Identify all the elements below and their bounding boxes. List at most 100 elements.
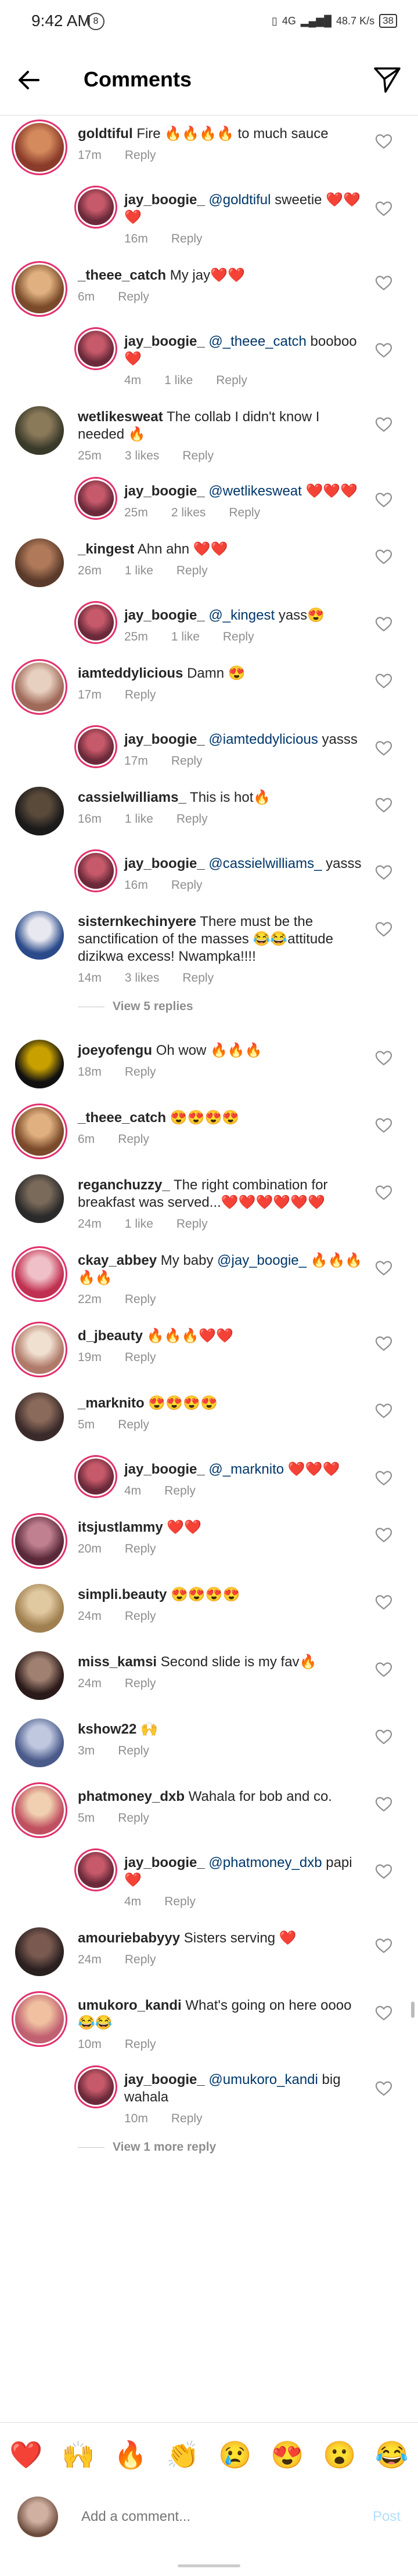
avatar[interactable] <box>78 189 114 225</box>
avatar[interactable] <box>15 538 64 587</box>
avatar[interactable] <box>78 1852 114 1888</box>
like-heart-icon[interactable] <box>375 864 392 881</box>
comment-username[interactable]: simpli.beauty <box>78 1587 167 1602</box>
comment-username[interactable]: jay_boogie_ <box>124 856 205 871</box>
comment-username[interactable]: jay_boogie_ <box>124 1461 205 1477</box>
like-heart-icon[interactable] <box>375 1527 392 1543</box>
emoji-quick-button[interactable]: 🔥 <box>114 2437 147 2472</box>
mention-link[interactable]: @jay_boogie_ <box>217 1253 307 1268</box>
like-heart-icon[interactable] <box>375 201 392 217</box>
like-count[interactable]: 2 likes <box>171 506 206 520</box>
mention-link[interactable]: @cassielwilliams_ <box>208 856 322 871</box>
like-heart-icon[interactable] <box>375 549 392 565</box>
like-count[interactable]: 3 likes <box>125 971 160 985</box>
reply-button[interactable]: Reply <box>125 2038 156 2052</box>
comment-username[interactable]: jay_boogie_ <box>124 732 205 747</box>
reply-button[interactable]: Reply <box>125 1542 156 1556</box>
avatar[interactable] <box>15 1107 64 1156</box>
reply-button[interactable]: Reply <box>118 1811 149 1825</box>
comment-username[interactable]: goldtiful <box>78 126 133 142</box>
comment-username[interactable]: _theee_catch <box>78 267 166 283</box>
comment-username[interactable]: jay_boogie_ <box>124 334 205 349</box>
like-heart-icon[interactable] <box>375 275 392 291</box>
like-heart-icon[interactable] <box>375 1938 392 1954</box>
like-heart-icon[interactable] <box>375 1336 392 1352</box>
comment-username[interactable]: jay_boogie_ <box>124 1855 205 1871</box>
reply-button[interactable]: Reply <box>171 2112 203 2126</box>
avatar[interactable] <box>78 853 114 889</box>
like-heart-icon[interactable] <box>375 673 392 689</box>
reply-button[interactable]: Reply <box>125 1609 156 1623</box>
like-count[interactable]: 1 like <box>125 812 153 826</box>
mention-link[interactable]: @goldtiful <box>208 192 271 208</box>
back-arrow-icon[interactable] <box>15 65 45 95</box>
reply-button[interactable]: Reply <box>164 1895 196 1909</box>
reply-button[interactable]: Reply <box>125 1293 156 1307</box>
comment-username[interactable]: amouriebabyyy <box>78 1930 180 1946</box>
avatar[interactable] <box>15 1040 64 1088</box>
like-heart-icon[interactable] <box>375 1594 392 1611</box>
reply-button[interactable]: Reply <box>176 1217 208 1231</box>
mention-link[interactable]: @iamteddylicious <box>208 732 318 747</box>
avatar[interactable] <box>15 1392 64 1441</box>
like-heart-icon[interactable] <box>375 133 392 150</box>
reply-button[interactable]: Reply <box>118 1744 149 1758</box>
like-heart-icon[interactable] <box>375 921 392 938</box>
avatar[interactable] <box>15 1517 64 1565</box>
reply-button[interactable]: Reply <box>216 374 247 388</box>
send-icon[interactable] <box>372 64 403 95</box>
post-button[interactable]: Post <box>373 2509 401 2525</box>
avatar[interactable] <box>78 605 114 641</box>
comment-username[interactable]: wetlikesweat <box>78 409 163 425</box>
comment-username[interactable]: ckay_abbey <box>78 1253 157 1268</box>
comment-username[interactable]: _kingest <box>78 541 134 557</box>
comment-username[interactable]: jay_boogie_ <box>124 192 205 208</box>
avatar[interactable] <box>15 787 64 835</box>
avatar[interactable] <box>15 1927 64 1976</box>
avatar[interactable] <box>15 1995 64 2043</box>
comment-username[interactable]: jay_boogie_ <box>124 483 205 499</box>
avatar[interactable] <box>15 1584 64 1633</box>
avatar[interactable] <box>78 331 114 367</box>
comment-username[interactable]: jay_boogie_ <box>124 607 205 623</box>
avatar[interactable] <box>15 123 64 172</box>
emoji-quick-button[interactable]: 👏 <box>166 2437 199 2472</box>
avatar[interactable] <box>15 1718 64 1767</box>
reply-button[interactable]: Reply <box>182 971 214 985</box>
comment-username[interactable]: cassielwilliams_ <box>78 790 186 805</box>
mention-link[interactable]: @phatmoney_dxb <box>208 1855 322 1871</box>
comment-username[interactable]: reganchuzzy_ <box>78 1177 170 1193</box>
comment-username[interactable]: _marknito <box>78 1395 145 1411</box>
reply-button[interactable]: Reply <box>171 878 203 892</box>
emoji-quick-button[interactable]: ❤️ <box>9 2437 42 2472</box>
avatar[interactable] <box>15 406 64 455</box>
view-replies-link[interactable]: View 1 more reply <box>0 2137 418 2173</box>
reply-button[interactable]: Reply <box>118 290 149 304</box>
comment-username[interactable]: itsjustlammy <box>78 1519 163 1535</box>
comment-username[interactable]: phatmoney_dxb <box>78 1789 185 1804</box>
avatar[interactable] <box>15 663 64 711</box>
mention-link[interactable]: @_marknito <box>208 1461 284 1477</box>
reply-button[interactable]: Reply <box>176 564 208 578</box>
like-heart-icon[interactable] <box>375 417 392 433</box>
scrollbar-thumb[interactable] <box>411 2002 415 2018</box>
mention-link[interactable]: @_kingest <box>208 607 275 623</box>
like-heart-icon[interactable] <box>375 1403 392 1419</box>
reply-button[interactable]: Reply <box>125 1351 156 1365</box>
comment-input[interactable] <box>80 2508 338 2526</box>
comments-list[interactable]: goldtiful Fire 🔥🔥🔥🔥 to much sauce 17m Repl… <box>0 116 418 2422</box>
avatar[interactable] <box>78 729 114 765</box>
mention-link[interactable]: @umukoro_kandi <box>208 2072 318 2087</box>
reply-button[interactable]: Reply <box>125 1677 156 1691</box>
reply-button[interactable]: Reply <box>125 1953 156 1967</box>
avatar[interactable] <box>78 2069 114 2105</box>
comment-username[interactable]: joeyofengu <box>78 1043 152 1058</box>
emoji-quick-button[interactable]: 😍 <box>271 2437 304 2472</box>
like-heart-icon[interactable] <box>375 740 392 757</box>
emoji-quick-button[interactable]: 🙌 <box>62 2437 95 2472</box>
comment-username[interactable]: miss_kamsi <box>78 1654 157 1670</box>
reply-button[interactable]: Reply <box>164 1484 196 1498</box>
like-count[interactable]: 1 like <box>164 374 193 388</box>
like-count[interactable]: 1 like <box>171 630 200 644</box>
like-count[interactable]: 3 likes <box>125 449 160 463</box>
